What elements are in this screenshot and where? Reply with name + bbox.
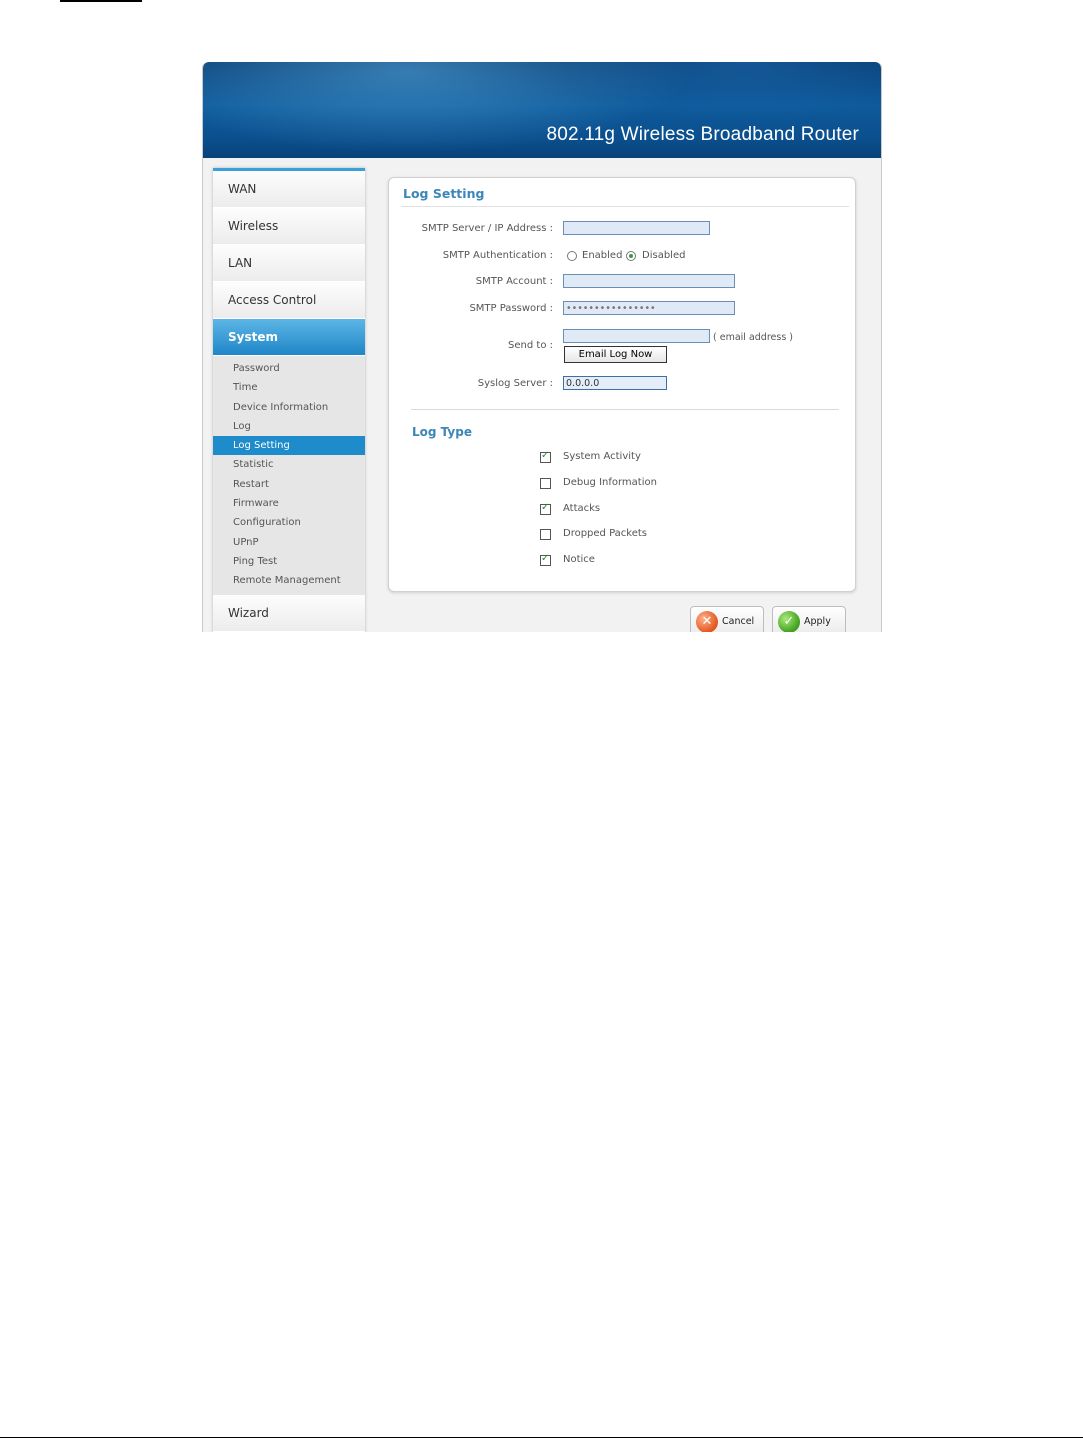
submenu-item-remote-management[interactable]: Remote Management — [213, 571, 365, 590]
submenu-item-configuration[interactable]: Configuration — [213, 513, 365, 532]
cancel-button-label: Cancel — [722, 616, 755, 627]
dropped-packets-label: Dropped Packets — [563, 528, 648, 539]
syslog-server-input[interactable] — [563, 376, 667, 390]
smtp-auth-disabled-label: Disabled — [642, 250, 686, 261]
header-banner: 802.11g Wireless Broadband Router — [203, 62, 881, 158]
send-to-label: Send to : — [508, 340, 553, 351]
submenu-item-statistic[interactable]: Statistic — [213, 455, 365, 474]
sidebar-item-wan[interactable]: WAN — [213, 171, 365, 208]
dropped-packets-checkbox[interactable] — [540, 529, 551, 540]
router-window: 802.11g Wireless Broadband Router WAN Wi… — [202, 62, 882, 632]
smtp-server-label: SMTP Server / IP Address : — [421, 223, 553, 234]
sidebar-item-lan[interactable]: LAN — [213, 245, 365, 282]
smtp-auth-disabled-radio[interactable] — [626, 251, 636, 261]
smtp-account-label: SMTP Account : — [475, 276, 553, 287]
email-address-hint: ( email address ) — [713, 332, 793, 343]
product-title: 802.11g Wireless Broadband Router — [546, 124, 859, 145]
email-log-now-button[interactable]: Email Log Now — [564, 346, 667, 363]
submenu-item-time[interactable]: Time — [213, 378, 365, 397]
sidebar: WAN Wireless LAN Access Control System P… — [213, 168, 365, 632]
smtp-auth-enabled-label: Enabled — [582, 250, 623, 261]
section-divider — [411, 409, 839, 410]
panel-title: Log Setting — [403, 186, 485, 201]
sidebar-item-wireless[interactable]: Wireless — [213, 208, 365, 245]
attacks-label: Attacks — [563, 503, 601, 514]
submenu-item-device-information[interactable]: Device Information — [213, 398, 365, 417]
attacks-checkbox[interactable] — [540, 502, 551, 515]
page-bottom-rule — [0, 1437, 1083, 1438]
log-setting-panel: Log Setting SMTP Server / IP Address : S… — [388, 177, 856, 592]
log-type-title: Log Type — [412, 425, 472, 439]
debug-information-checkbox[interactable] — [540, 478, 551, 489]
page-top-rule — [60, 0, 142, 2]
submenu-item-restart[interactable]: Restart — [213, 475, 365, 494]
send-to-input[interactable] — [563, 329, 710, 343]
submenu-item-log[interactable]: Log — [213, 417, 365, 436]
sidebar-item-wizard[interactable]: Wizard — [213, 594, 365, 632]
debug-information-label: Debug Information — [563, 477, 657, 488]
smtp-auth-label: SMTP Authentication : — [442, 250, 553, 261]
cancel-button[interactable]: ✕ Cancel — [690, 606, 764, 632]
sidebar-item-access-control[interactable]: Access Control — [213, 282, 365, 319]
smtp-password-label: SMTP Password : — [469, 303, 553, 314]
smtp-server-input[interactable] — [563, 221, 710, 235]
checkmark-icon: ✓ — [778, 611, 800, 632]
title-divider — [401, 206, 849, 207]
smtp-auth-enabled-radio[interactable] — [567, 251, 577, 261]
submenu-item-ping-test[interactable]: Ping Test — [213, 552, 365, 571]
submenu-item-firmware[interactable]: Firmware — [213, 494, 365, 513]
submenu-item-log-setting[interactable]: Log Setting — [213, 436, 365, 456]
sidebar-item-system[interactable]: System — [213, 319, 365, 356]
submenu-item-upnp[interactable]: UPnP — [213, 533, 365, 552]
apply-button[interactable]: ✓ Apply — [772, 606, 846, 632]
smtp-password-input[interactable] — [563, 301, 735, 315]
cancel-icon: ✕ — [696, 611, 718, 632]
system-submenu: Password Time Device Information Log Log… — [213, 356, 365, 595]
submenu-item-password[interactable]: Password — [213, 359, 365, 378]
syslog-server-label: Syslog Server : — [477, 378, 553, 389]
smtp-account-input[interactable] — [563, 274, 735, 288]
notice-checkbox[interactable] — [540, 553, 551, 566]
system-activity-label: System Activity — [563, 451, 641, 462]
system-activity-checkbox[interactable] — [540, 450, 551, 463]
notice-label: Notice — [563, 554, 595, 565]
apply-button-label: Apply — [804, 616, 831, 627]
